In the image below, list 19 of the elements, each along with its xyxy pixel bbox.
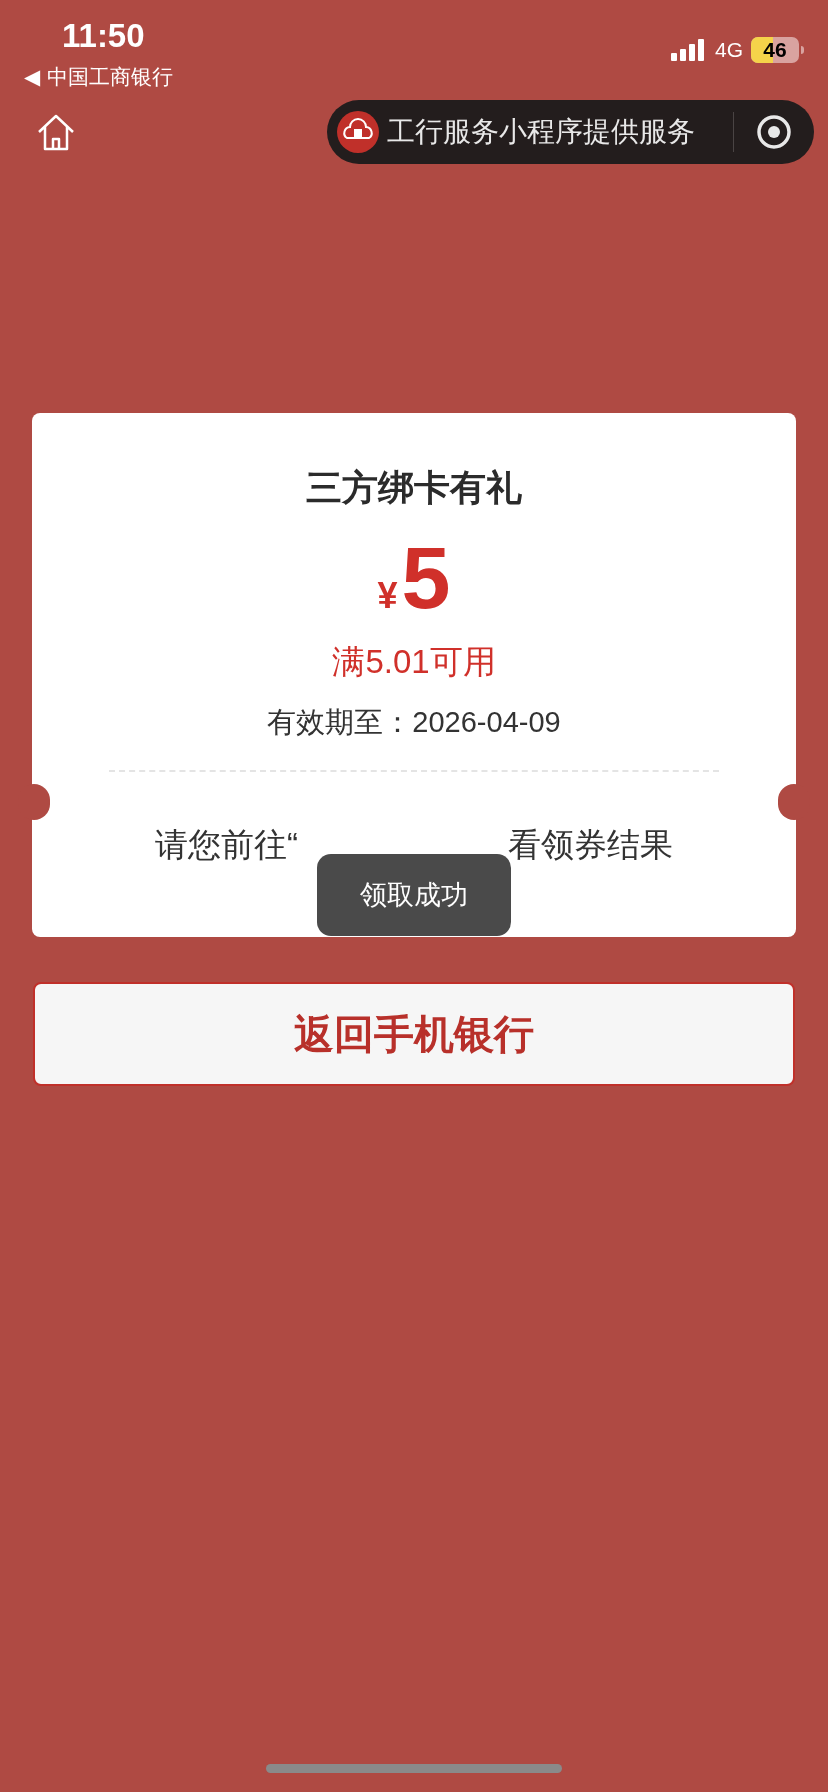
- bank-logo-icon: [337, 111, 379, 153]
- currency-symbol: ¥: [377, 574, 398, 618]
- signal-icon: [671, 39, 707, 61]
- back-to-app-link[interactable]: ◀ 中国工商银行: [24, 62, 173, 94]
- success-toast: 领取成功: [317, 854, 511, 936]
- hint-text-end: 看领券结果: [508, 825, 673, 865]
- validity-date: 有效期至：2026-04-09: [267, 704, 561, 740]
- usage-condition: 满5.01可用: [332, 642, 496, 682]
- hint-text-start: 请您前往“: [155, 825, 298, 865]
- home-icon[interactable]: [36, 112, 76, 152]
- capsule-text: 工行服务小程序提供服务: [387, 115, 695, 149]
- battery-indicator: 46: [751, 37, 804, 63]
- mini-program-capsule[interactable]: 工行服务小程序提供服务: [327, 100, 814, 164]
- coupon-title: 三方绑卡有礼: [306, 466, 522, 510]
- return-button[interactable]: 返回手机银行: [33, 982, 795, 1086]
- network-label: 4G: [715, 37, 743, 64]
- coupon-amount: 5: [401, 533, 451, 623]
- close-target-icon[interactable]: [756, 114, 792, 150]
- clock-time: 11:50: [62, 16, 145, 56]
